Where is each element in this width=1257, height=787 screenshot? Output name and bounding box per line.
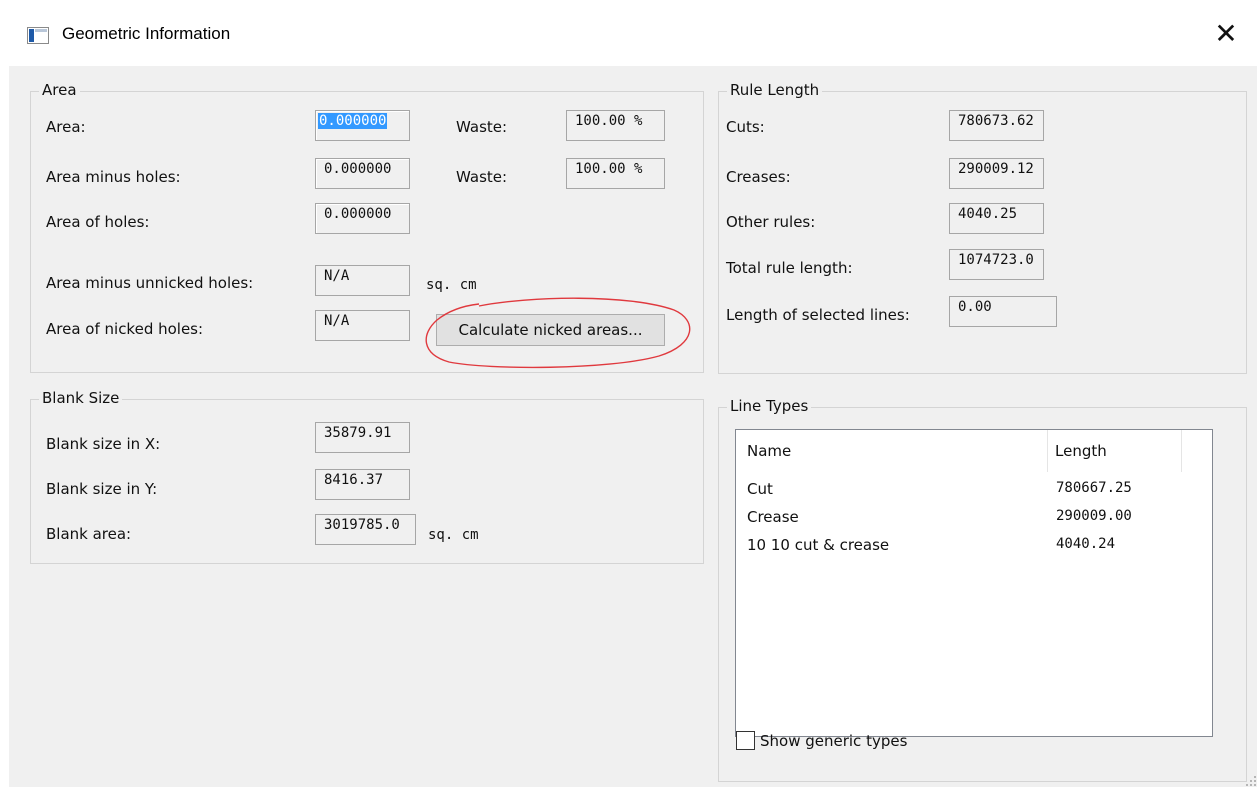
area-minus-holes-label: Area minus holes: [46,168,181,186]
blank-size-x-field[interactable]: 35879.91 [315,422,410,453]
area-nicked-field[interactable]: N/A [315,310,410,341]
creases-label: Creases: [726,168,791,186]
list-item[interactable]: Crease 290009.00 [736,508,1212,536]
list-item-length: 780667.25 [1056,480,1132,496]
list-item[interactable]: Cut 780667.25 [736,480,1212,508]
waste-label-2: Waste: [456,168,508,186]
selected-lines-length-field[interactable]: 0.00 [949,296,1057,327]
app-window-icon [27,27,49,44]
area-of-holes-label: Area of holes: [46,213,150,231]
list-item-name: Crease [747,508,799,526]
blank-size-y-label: Blank size in Y: [46,480,158,498]
rule-length-group-label: Rule Length [727,81,823,99]
blank-area-field[interactable]: 3019785.0 [315,514,416,545]
area-minus-holes-field[interactable]: 0.000000 [315,158,410,189]
window-title: Geometric Information [62,24,231,43]
line-types-list[interactable]: Name Length Cut 780667.25 Crease 290009.… [735,429,1213,737]
area-of-holes-field[interactable]: 0.000000 [315,203,410,234]
area-minus-unnicked-field[interactable]: N/A [315,265,410,296]
waste-field-1[interactable]: 100.00 % [566,110,665,141]
area-value-selected: 0.000000 [318,113,388,129]
list-item-length: 290009.00 [1056,508,1132,524]
other-rules-field[interactable]: 4040.25 [949,203,1044,234]
column-header-length[interactable]: Length [1055,442,1107,460]
annotation-ellipse [425,297,691,369]
total-rule-length-label: Total rule length: [726,259,853,277]
show-generic-types-checkbox[interactable] [736,731,755,750]
close-button[interactable]: ✕ [1206,14,1246,54]
cuts-label: Cuts: [726,118,765,136]
area-unit-label: sq. cm [426,277,477,293]
area-nicked-label: Area of nicked holes: [46,320,204,338]
list-header: Name Length [736,430,1212,472]
list-item[interactable]: 10 10 cut & crease 4040.24 [736,536,1212,564]
blank-size-y-field[interactable]: 8416.37 [315,469,410,500]
title-bar: Geometric Information ✕ [0,0,1257,66]
blank-area-unit-label: sq. cm [428,527,479,543]
list-item-name: 10 10 cut & crease [747,536,890,554]
blank-size-x-label: Blank size in X: [46,435,161,453]
blank-size-group-label: Blank Size [39,389,123,407]
area-label: Area: [46,118,86,136]
area-group-label: Area [39,81,80,99]
dialog-client-area: Area Area: 0.000000 Waste: 100.00 % Area… [9,66,1257,787]
other-rules-label: Other rules: [726,213,816,231]
resize-grip[interactable] [1245,775,1257,787]
list-item-length: 4040.24 [1056,536,1116,552]
line-types-group-label: Line Types [727,397,812,415]
creases-field[interactable]: 290009.12 [949,158,1044,189]
area-minus-unnicked-label: Area minus unnicked holes: [46,274,254,292]
selected-lines-length-label: Length of selected lines: [726,306,910,324]
show-generic-types-label[interactable]: Show generic types [760,732,907,750]
waste-label-1: Waste: [456,118,508,136]
total-rule-length-field[interactable]: 1074723.0 [949,249,1044,280]
blank-area-label: Blank area: [46,525,132,543]
cuts-field[interactable]: 780673.62 [949,110,1044,141]
area-field[interactable]: 0.000000 [315,110,410,141]
list-item-name: Cut [747,480,773,498]
column-header-name[interactable]: Name [747,442,791,460]
waste-field-2[interactable]: 100.00 % [566,158,665,189]
